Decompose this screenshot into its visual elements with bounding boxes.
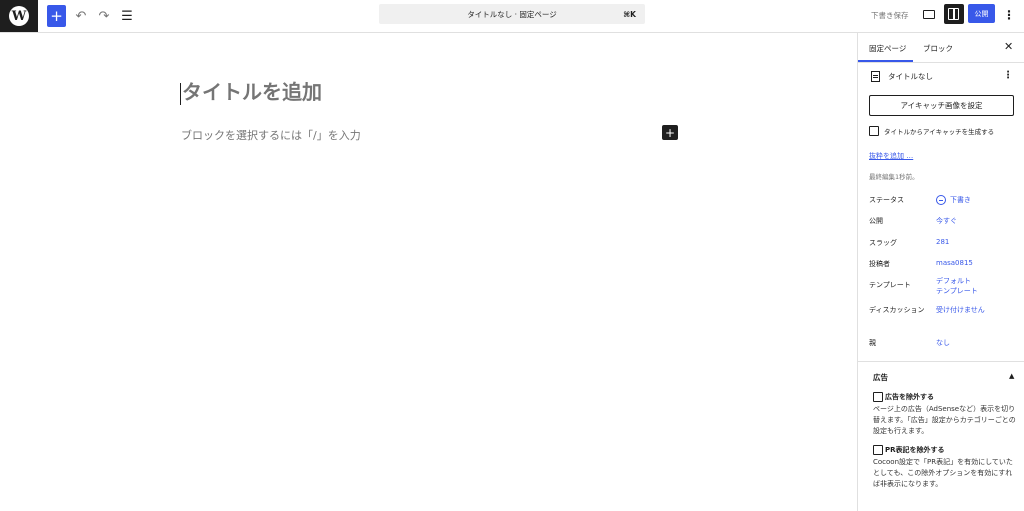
page-icon bbox=[871, 71, 880, 82]
active-tab-indicator bbox=[858, 60, 913, 62]
parent-value[interactable]: なし bbox=[936, 338, 950, 348]
status-value-text: 下書き bbox=[950, 196, 971, 204]
publish-button[interactable]: 公開 bbox=[968, 4, 995, 23]
discussion-value[interactable]: 受け付けません bbox=[936, 305, 985, 315]
generate-featured-label: タイトルからアイキャッチを生成する bbox=[884, 128, 995, 136]
tab-page[interactable]: 固定ページ bbox=[869, 43, 906, 54]
redo-icon[interactable]: ↷ bbox=[97, 5, 111, 27]
last-edited-text: 最終編集1秒前。 bbox=[869, 173, 919, 181]
author-value[interactable]: masa0815 bbox=[936, 259, 973, 267]
command-palette-button[interactable]: タイトルなし · 固定ページ ⌘K bbox=[379, 4, 645, 24]
exclude-ad-description: ページ上の広告（AdSenseなど）表示を切り替えます。「広告」設定からカテゴリ… bbox=[873, 405, 1016, 435]
options-menu-icon[interactable]: ⋮ bbox=[1003, 6, 1015, 24]
page-summary: タイトルなし bbox=[871, 71, 933, 82]
exclude-ad-checkbox[interactable] bbox=[873, 392, 883, 402]
editor-header: W + ↶ ↷ ☰ タイトルなし · 固定ページ ⌘K 下書き保存 公開 ⋮ bbox=[0, 0, 1024, 33]
undo-icon[interactable]: ↶ bbox=[74, 5, 88, 27]
text-caret bbox=[180, 82, 181, 105]
add-excerpt-link[interactable]: 抜粋を追加 … bbox=[869, 151, 913, 161]
post-title-input[interactable]: タイトルを追加 bbox=[180, 76, 322, 105]
slug-label: スラッグ bbox=[869, 239, 897, 247]
wordpress-logo[interactable]: W bbox=[0, 0, 38, 32]
save-draft-button[interactable]: 下書き保存 bbox=[871, 10, 909, 21]
set-featured-image-button[interactable]: アイキャッチ画像を設定 bbox=[869, 95, 1014, 116]
template-label: テンプレート bbox=[869, 281, 911, 289]
page-title: タイトルなし bbox=[888, 72, 933, 81]
status-label: ステータス bbox=[869, 196, 904, 204]
page-actions-icon[interactable]: ⋮ bbox=[1003, 70, 1013, 81]
close-icon[interactable]: ✕ bbox=[1004, 40, 1013, 53]
status-value[interactable]: 下書き bbox=[936, 195, 971, 205]
sidebar-tabs: 固定ページ ブロック ✕ bbox=[858, 33, 1024, 63]
exclude-ad-option[interactable]: 広告を除外する bbox=[873, 392, 934, 402]
exclude-pr-option[interactable]: PR表記を除外する bbox=[873, 445, 945, 455]
draft-status-icon bbox=[936, 195, 946, 205]
command-text: タイトルなし · 固定ページ bbox=[467, 9, 557, 19]
settings-sidebar: 固定ページ ブロック ✕ タイトルなし ⋮ アイキャッチ画像を設定 タイトルから… bbox=[857, 33, 1024, 511]
command-shortcut: ⌘K bbox=[623, 9, 636, 19]
exclude-pr-label: PR表記を除外する bbox=[885, 446, 945, 454]
exclude-pr-checkbox[interactable] bbox=[873, 445, 883, 455]
generate-featured-checkbox-row[interactable]: タイトルからアイキャッチを生成する bbox=[869, 126, 994, 136]
discussion-label: ディスカッション bbox=[869, 306, 925, 314]
wordpress-icon: W bbox=[9, 6, 29, 26]
exclude-ad-label: 広告を除外する bbox=[885, 393, 934, 401]
template-value[interactable]: デフォルト テンプレート bbox=[936, 276, 978, 296]
generate-featured-checkbox[interactable] bbox=[869, 126, 879, 136]
list-view-icon[interactable]: ☰ bbox=[120, 5, 134, 27]
settings-sidebar-icon[interactable] bbox=[944, 4, 964, 24]
ad-panel-title[interactable]: 広告 bbox=[873, 372, 888, 383]
parent-label: 親 bbox=[869, 339, 876, 347]
tab-block[interactable]: ブロック bbox=[923, 43, 953, 54]
section-divider bbox=[858, 361, 1024, 362]
add-block-icon[interactable]: + bbox=[662, 125, 678, 140]
publish-value[interactable]: 今すぐ bbox=[936, 216, 957, 226]
author-label: 投稿者 bbox=[869, 260, 890, 268]
slug-value[interactable]: 281 bbox=[936, 238, 949, 246]
title-placeholder: タイトルを追加 bbox=[182, 80, 322, 104]
block-placeholder[interactable]: ブロックを選択するには「/」を入力 bbox=[181, 127, 361, 143]
preview-icon[interactable] bbox=[922, 8, 936, 22]
publish-label: 公開 bbox=[869, 217, 883, 225]
block-inserter-button[interactable]: + bbox=[47, 5, 66, 27]
chevron-up-icon[interactable]: ▲ bbox=[1009, 372, 1014, 380]
exclude-pr-description: Cocoon設定で「PR表記」を有効にしていたとしても、この除外オプションを有効… bbox=[873, 458, 1013, 488]
